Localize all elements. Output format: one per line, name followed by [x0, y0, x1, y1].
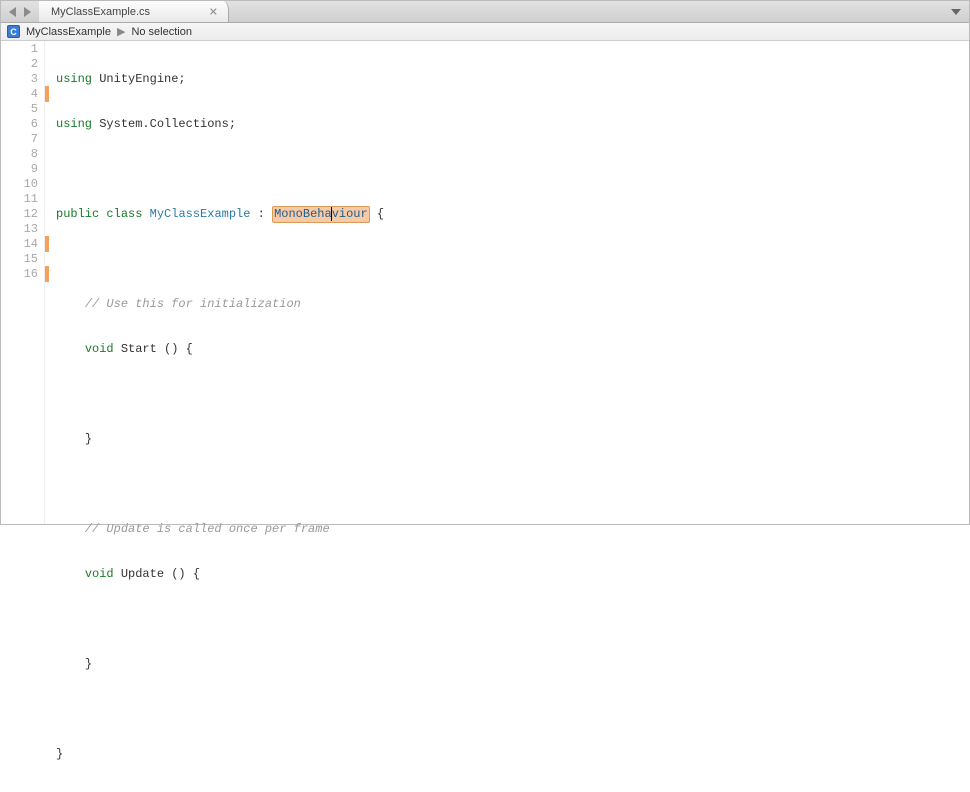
breadcrumb-selection[interactable]: No selection [131, 26, 192, 38]
code-line [56, 477, 969, 492]
line-number: 14 [1, 237, 38, 252]
line-number: 13 [1, 222, 38, 237]
line-number: 5 [1, 102, 38, 117]
breadcrumb-separator-icon: ▶ [117, 25, 125, 38]
close-icon[interactable]: ✕ [209, 5, 218, 18]
code-line: } [56, 657, 969, 672]
nav-back-icon[interactable] [9, 7, 16, 17]
code-area[interactable]: using UnityEngine; using System.Collecti… [50, 41, 969, 524]
class-badge-icon: C [7, 25, 20, 38]
breadcrumb-class[interactable]: MyClassExample [26, 26, 111, 38]
line-number: 7 [1, 132, 38, 147]
line-number: 12 [1, 207, 38, 222]
code-line [56, 162, 969, 177]
line-number-gutter: 1 2 3 4 5 6 7 8 9 10 11 12 13 14 15 16 [1, 41, 45, 524]
code-line: } [56, 747, 969, 762]
class-badge-letter: C [10, 27, 17, 37]
line-number: 1 [1, 42, 38, 57]
code-line: using System.Collections; [56, 117, 969, 132]
line-number: 11 [1, 192, 38, 207]
code-line: // Use this for initialization [56, 297, 969, 312]
code-line [56, 612, 969, 627]
tab-menu-icon[interactable] [951, 9, 961, 15]
line-number: 4 [1, 87, 38, 102]
code-line [56, 387, 969, 402]
file-tab[interactable]: MyClassExample.cs ✕ [39, 1, 229, 22]
line-number: 3 [1, 72, 38, 87]
breadcrumb: C MyClassExample ▶ No selection [1, 23, 969, 41]
tab-bar: MyClassExample.cs ✕ [1, 1, 969, 23]
code-line: void Start () { [56, 342, 969, 357]
code-line: using UnityEngine; [56, 72, 969, 87]
change-mark-icon [45, 236, 49, 252]
code-line [56, 252, 969, 267]
line-number: 10 [1, 177, 38, 192]
nav-arrows [1, 1, 39, 22]
code-editor[interactable]: 1 2 3 4 5 6 7 8 9 10 11 12 13 14 15 16 u… [1, 41, 969, 524]
line-number: 15 [1, 252, 38, 267]
code-line [56, 702, 969, 717]
text-caret-icon [331, 207, 332, 221]
change-mark-icon [45, 266, 49, 282]
line-number: 8 [1, 147, 38, 162]
change-mark-icon [45, 86, 49, 102]
line-number: 16 [1, 267, 38, 282]
code-line: // Update is called once per frame [56, 522, 969, 537]
selected-symbol: MonoBehaviour [272, 206, 370, 223]
code-line: public class MyClassExample : MonoBehavi… [56, 207, 969, 222]
line-number: 9 [1, 162, 38, 177]
nav-forward-icon[interactable] [24, 7, 31, 17]
code-line: void Update () { [56, 567, 969, 582]
code-line: } [56, 432, 969, 447]
file-tab-label: MyClassExample.cs [51, 6, 150, 18]
line-number: 6 [1, 117, 38, 132]
line-number: 2 [1, 57, 38, 72]
